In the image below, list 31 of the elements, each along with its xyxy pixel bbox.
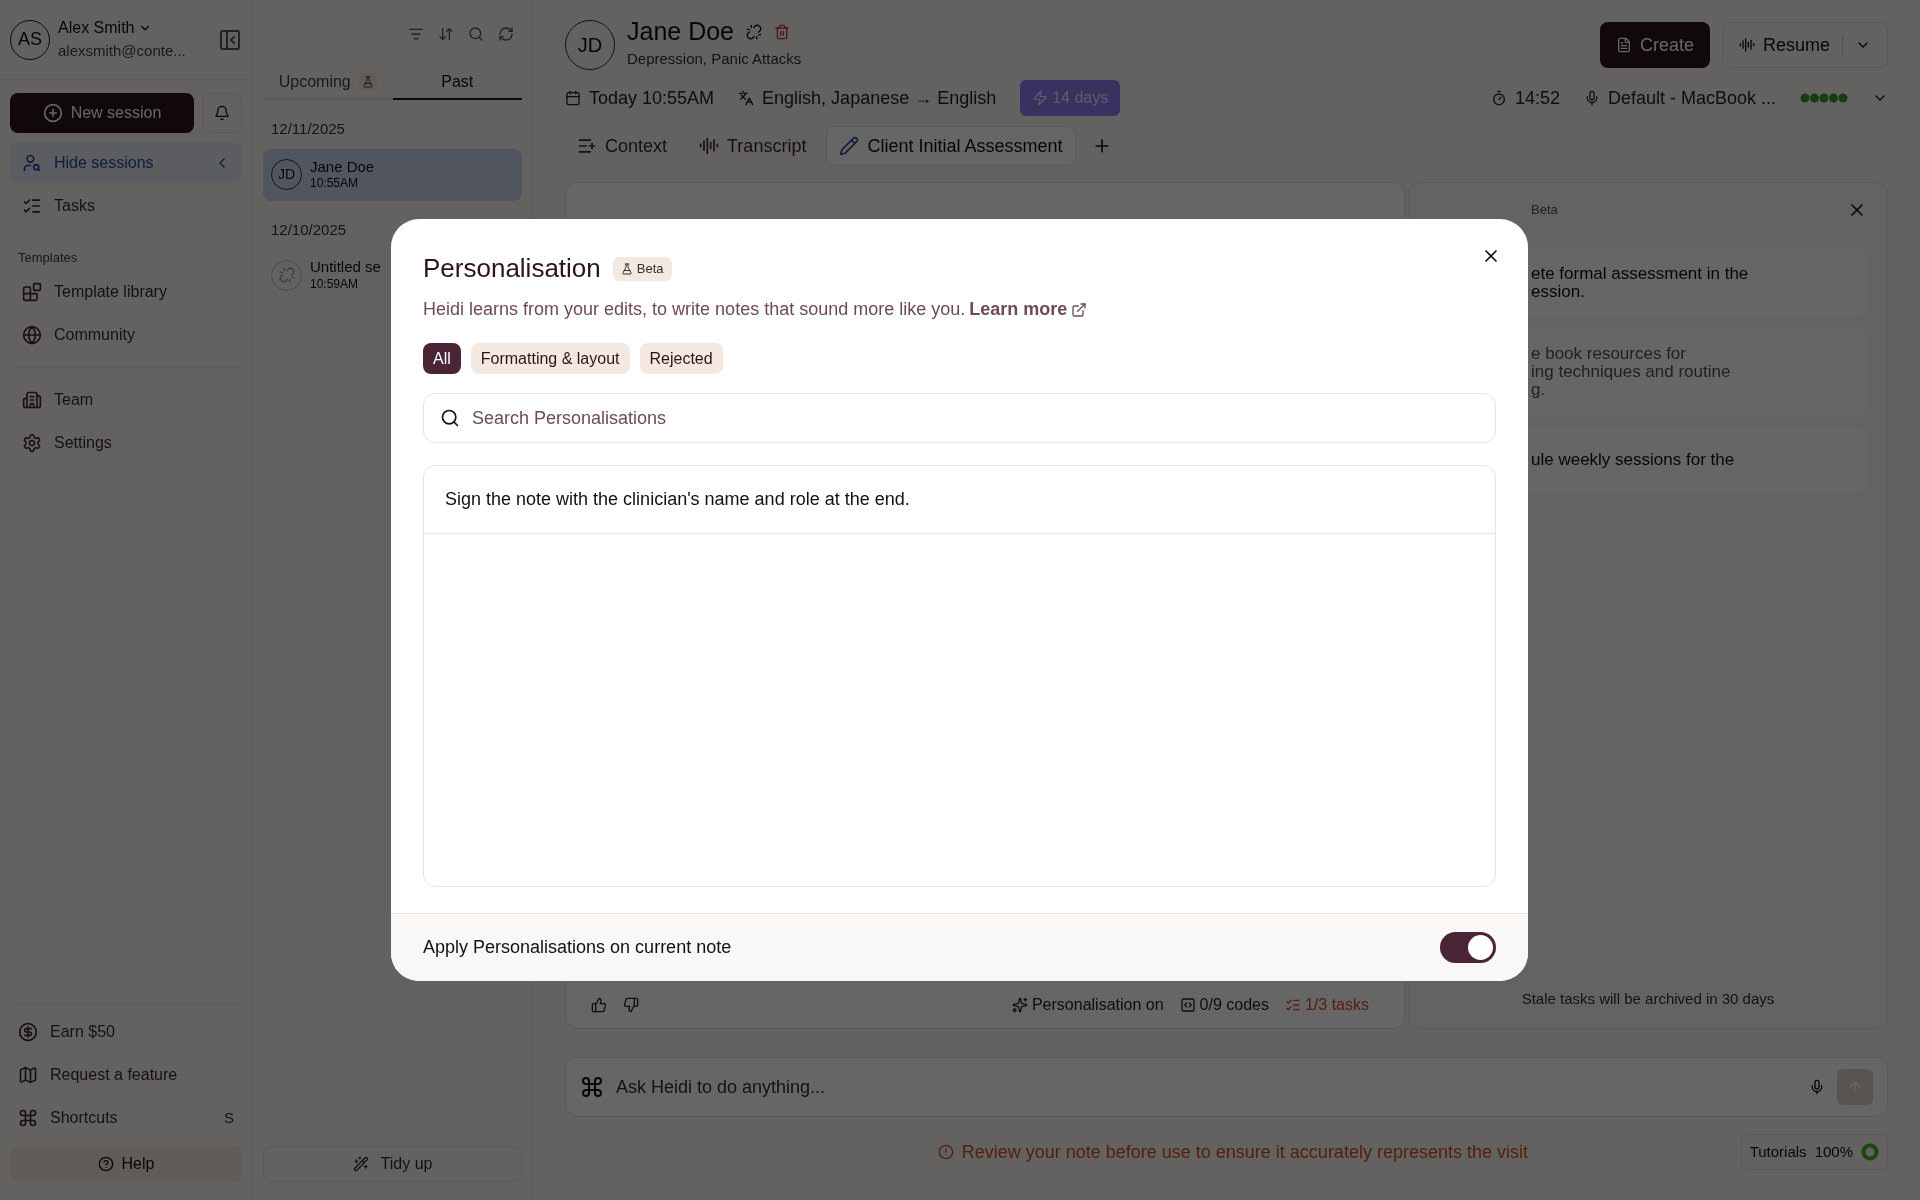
user-email: alexsmith@conte... xyxy=(58,41,187,62)
apply-label: Apply Personalisations on current note xyxy=(423,936,733,959)
session-date: Today 10:55AM xyxy=(589,86,715,110)
client-name: Jane Doe xyxy=(627,19,735,45)
tutorials-label: Tutorials xyxy=(1749,1141,1807,1162)
session-time: 10:59AM xyxy=(310,276,360,292)
client-conditions: Depression, Panic Attacks xyxy=(627,49,803,70)
beta-badge: Beta xyxy=(612,256,672,281)
dialog-description: Heidi learns from your edits, to write notes that sound more like you. xyxy=(423,298,966,321)
session-name: Untitled se xyxy=(310,258,381,277)
beta-label: Beta xyxy=(1531,201,1558,220)
date-heading: 12/11/2025 xyxy=(270,119,346,139)
stale-tasks-note: Stale tasks will be archived in 30 days xyxy=(1520,988,1776,1009)
dialog-title: Personalisation xyxy=(423,252,601,285)
session-timer: 14:52 xyxy=(1514,86,1560,110)
session-languages: English, Japanese → English xyxy=(762,86,997,110)
task-text: ule weekly sessions for the xyxy=(1531,451,1736,469)
task-text: ession. xyxy=(1531,283,1586,301)
task-text: e book resources for xyxy=(1531,345,1687,363)
tutorials-percent: 100% xyxy=(1814,1141,1853,1162)
date-heading: 12/10/2025 xyxy=(270,219,348,240)
task-text: g. xyxy=(1531,381,1547,399)
review-warning: Review your note before use to ensure it accurately represents the visit xyxy=(961,1140,1528,1164)
shortcut-key: S xyxy=(224,1106,234,1130)
task-text: ete formal assessment in the xyxy=(1531,265,1750,283)
section-heading: Templates xyxy=(17,249,79,267)
session-name: Jane Doe xyxy=(310,157,375,177)
user-name: Alex Smith xyxy=(58,18,135,39)
session-time: 10:55AM xyxy=(310,176,360,192)
task-text: ing techniques and routine xyxy=(1531,363,1732,381)
client-avatar: JD xyxy=(565,20,615,70)
